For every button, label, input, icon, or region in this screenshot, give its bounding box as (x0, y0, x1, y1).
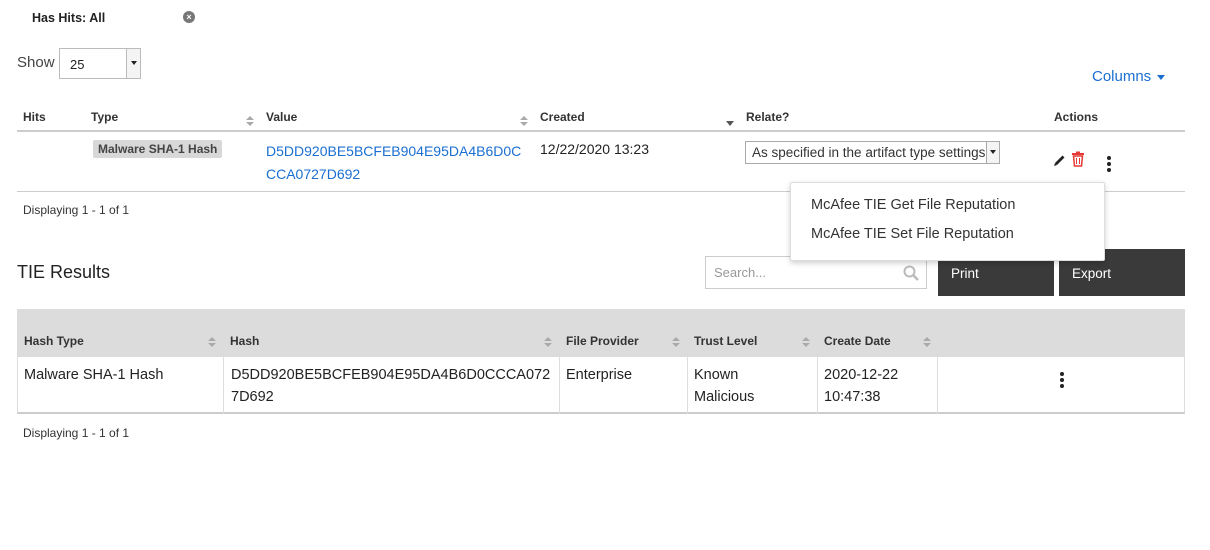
column-divider (817, 357, 818, 414)
artifact-created: 12/22/2020 13:23 (540, 141, 649, 157)
function-menu: McAfee TIE Get File Reputation McAfee TI… (790, 182, 1105, 261)
sort-icon[interactable] (520, 116, 528, 126)
columns-label: Columns (1092, 68, 1152, 85)
column-divider (687, 357, 688, 414)
header-value[interactable]: Value (266, 110, 297, 124)
sort-icon[interactable] (208, 337, 216, 347)
tie-trust-level: Known Malicious (694, 367, 755, 405)
column-divider (223, 357, 224, 414)
sort-icon[interactable] (672, 337, 680, 347)
menu-item-set-reputation[interactable]: McAfee TIE Set File Reputation (811, 226, 1014, 242)
header-type[interactable]: Type (91, 110, 118, 124)
header-hash-type[interactable]: Hash Type (24, 334, 84, 348)
tie-grid-header (17, 309, 1185, 357)
trash-icon[interactable] (1071, 151, 1085, 167)
tie-row-actions-menu-icon[interactable] (1060, 372, 1064, 390)
header-trust-level[interactable]: Trust Level (694, 334, 757, 348)
artifact-value-link[interactable]: D5DD920BE5BCFEB904E95DA4B6D0CCCA0727D692 (266, 140, 531, 186)
pencil-icon[interactable] (1053, 153, 1067, 167)
caret-down-icon (1157, 74, 1166, 80)
menu-item-get-reputation[interactable]: McAfee TIE Get File Reputation (811, 197, 1015, 213)
header-file-provider[interactable]: File Provider (566, 334, 639, 348)
artifact-type-badge: Malware SHA-1 Hash (93, 140, 223, 158)
row-actions-menu-icon[interactable] (1107, 156, 1111, 174)
tie-hash-type: Malware SHA-1 Hash (24, 367, 164, 383)
header-actions: Actions (1054, 110, 1099, 124)
relate-select[interactable]: As specified in the artifact type settin… (745, 141, 1000, 164)
sort-desc-icon[interactable] (726, 121, 734, 126)
column-divider (559, 357, 560, 414)
tie-pagination-info: Displaying 1 - 1 of 1 (23, 426, 130, 440)
tie-hash: D5DD920BE5BCFEB904E95DA4B6D0CCCA0727D692 (231, 367, 551, 405)
header-create-date[interactable]: Create Date (824, 334, 891, 348)
relate-value: As specified in the artifact type settin… (752, 145, 986, 160)
chevron-down-icon[interactable] (986, 142, 999, 163)
header-divider (17, 130, 1185, 132)
filter-chip-label: Has Hits: All (32, 11, 106, 25)
print-label: Print (951, 266, 979, 281)
header-created[interactable]: Created (540, 110, 585, 124)
clear-filter-icon[interactable]: × (183, 11, 195, 23)
sort-icon[interactable] (544, 337, 552, 347)
search-input[interactable] (712, 264, 892, 281)
sort-icon[interactable] (246, 116, 254, 126)
chevron-down-icon[interactable] (126, 49, 140, 78)
column-divider (937, 357, 938, 414)
sort-icon[interactable] (802, 337, 810, 347)
header-hits[interactable]: Hits (23, 110, 46, 124)
tie-file-provider: Enterprise (566, 367, 633, 383)
tie-create-date: 2020-12-22 10:47:38 (824, 367, 899, 405)
tie-results-title: TIE Results (17, 262, 111, 282)
sort-icon[interactable] (923, 337, 931, 347)
page-size-value: 25 (70, 57, 85, 72)
export-label: Export (1072, 266, 1112, 281)
header-relate[interactable]: Relate? (746, 110, 789, 124)
search-icon (903, 265, 919, 281)
columns-dropdown[interactable]: Columns (1092, 68, 1166, 85)
page-size-select[interactable]: 25 (59, 48, 141, 79)
header-hash[interactable]: Hash (230, 334, 259, 348)
artifacts-pagination-info: Displaying 1 - 1 of 1 (23, 203, 130, 217)
show-label: Show (17, 54, 55, 71)
